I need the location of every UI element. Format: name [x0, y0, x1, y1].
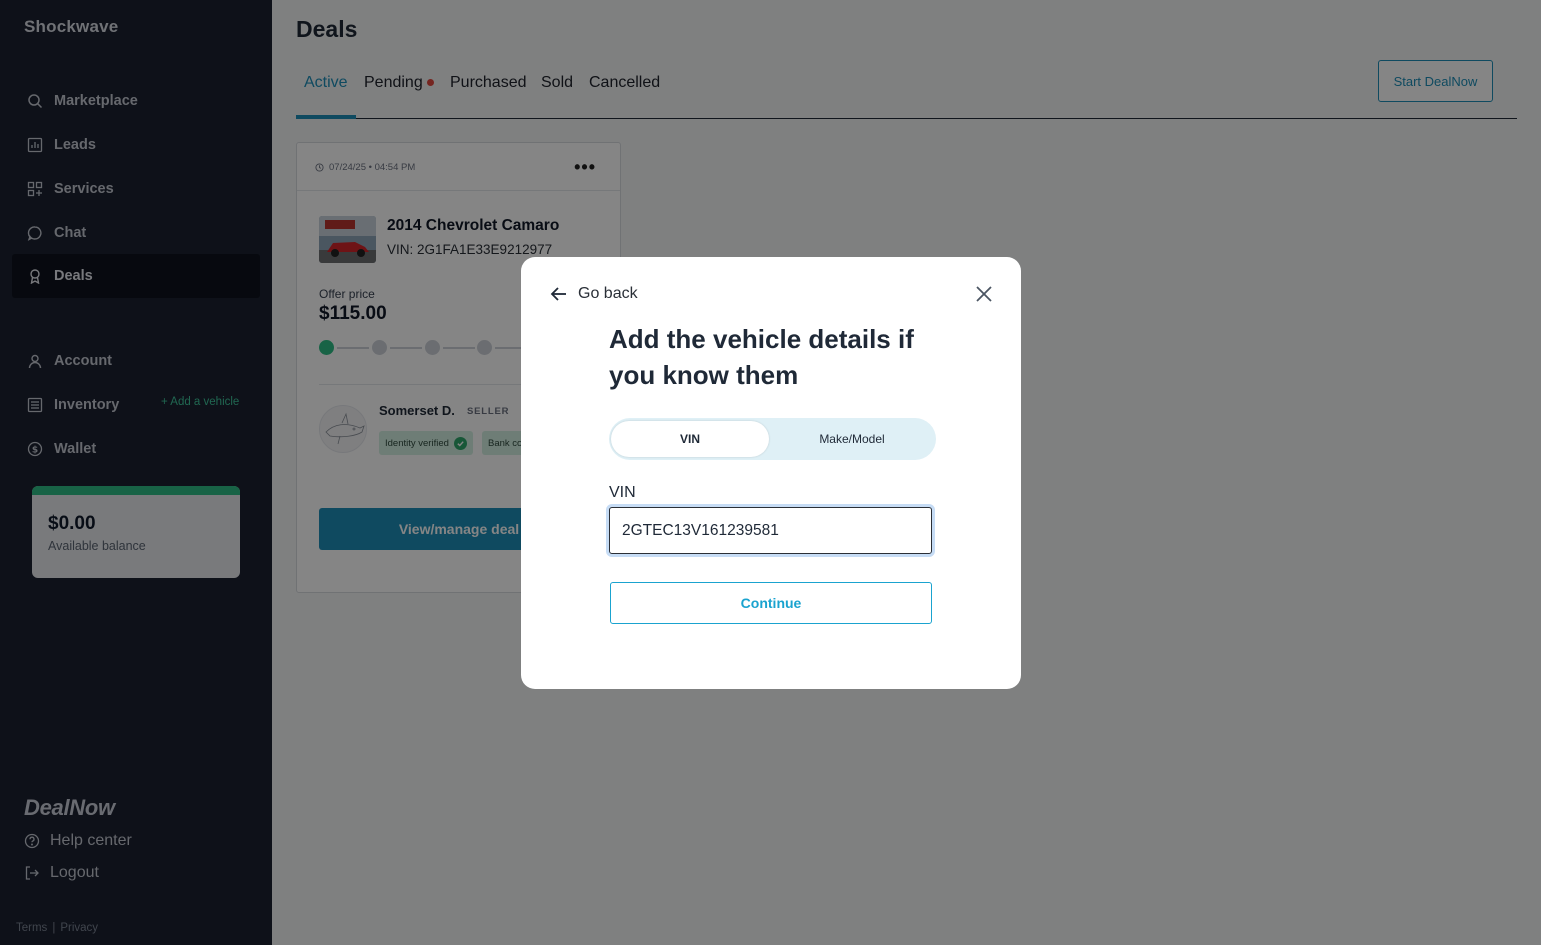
vehicle-details-modal: Go back Add the vehicle details if you k…: [521, 257, 1021, 689]
toggle-option-make-model[interactable]: Make/Model: [772, 421, 932, 457]
continue-button[interactable]: Continue: [610, 582, 932, 624]
vin-field-label: VIN: [609, 484, 636, 501]
vin-make-model-toggle: VIN Make/Model: [609, 418, 936, 460]
arrow-left-icon: [550, 287, 566, 301]
modal-title: Add the vehicle details if you know them: [609, 324, 914, 390]
go-back-label: Go back: [578, 285, 638, 302]
go-back-button[interactable]: Go back: [549, 284, 638, 304]
toggle-option-vin[interactable]: VIN: [611, 421, 769, 457]
vin-input[interactable]: [609, 507, 932, 554]
close-icon[interactable]: [973, 283, 995, 305]
